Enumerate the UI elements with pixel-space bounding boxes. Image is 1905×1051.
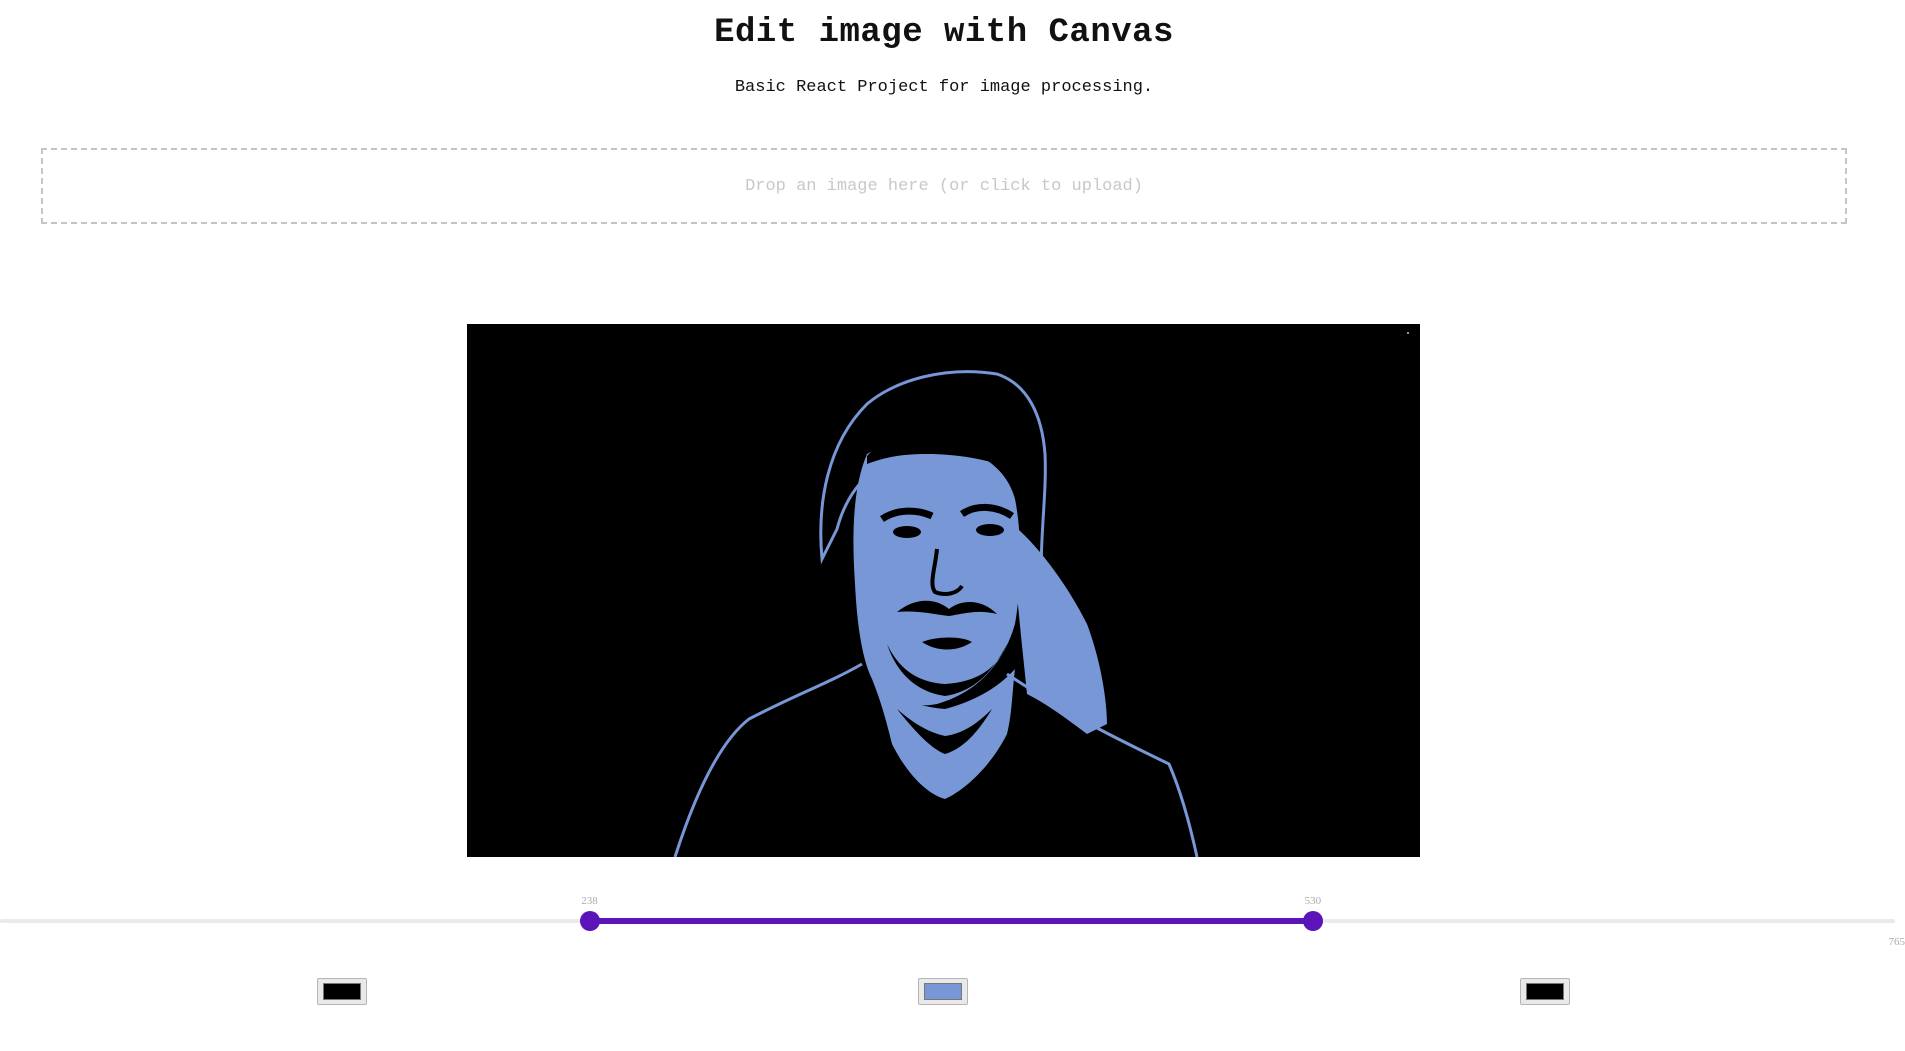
color-picker-high[interactable] [1520, 978, 1570, 1005]
slider-high-handle[interactable] [1302, 911, 1323, 931]
slider-high-value-label: 530 [1304, 895, 1322, 907]
slider-max-label: 765 [1888, 936, 1905, 948]
image-dropzone[interactable]: Drop an image here (or click to upload) [41, 148, 1847, 224]
image-canvas [467, 324, 1420, 857]
color-swatch-mid [924, 983, 962, 1000]
page-title: Edit image with Canvas [714, 14, 1174, 52]
color-picker-low[interactable] [317, 978, 367, 1005]
threshold-range-slider[interactable]: 238 530 [0, 895, 1895, 945]
slider-low-handle[interactable] [579, 911, 600, 931]
portrait-image [467, 324, 1420, 857]
slider-track [589, 918, 1313, 924]
dropzone-text: Drop an image here (or click to upload) [745, 176, 1143, 196]
color-picker-mid[interactable] [918, 978, 968, 1005]
color-swatch-low [323, 983, 361, 1000]
slider-low-value-label: 238 [581, 895, 598, 907]
page-subtitle: Basic React Project for image processing… [734, 78, 1154, 97]
color-swatch-high [1526, 983, 1564, 1000]
